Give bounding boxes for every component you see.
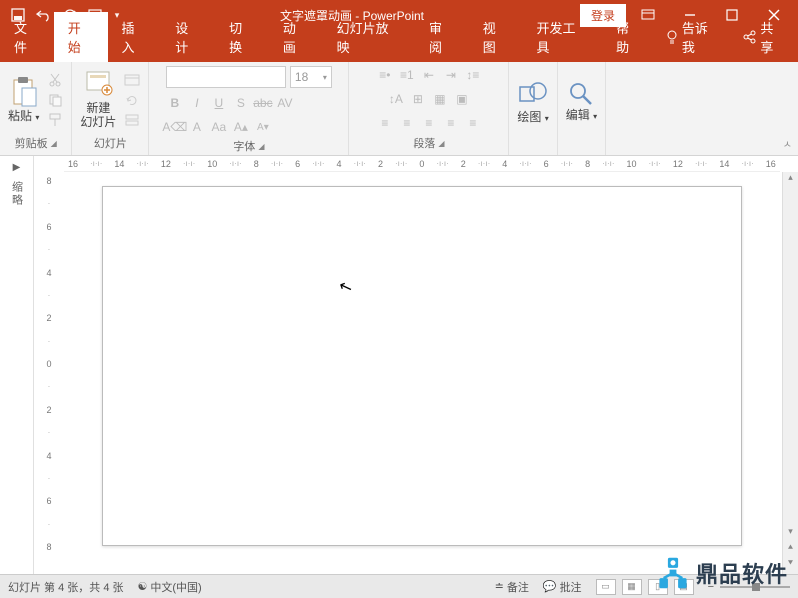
- redo-icon[interactable]: [58, 3, 82, 27]
- language-icon: ☯: [138, 580, 148, 593]
- group-slides: 新建 幻灯片 幻灯片: [72, 62, 149, 155]
- increase-indent-icon[interactable]: ⇥: [442, 66, 460, 84]
- tab-developer[interactable]: 开发工具: [523, 12, 603, 62]
- columns-icon[interactable]: ▦: [431, 90, 449, 108]
- align-right-icon[interactable]: ≡: [420, 114, 438, 132]
- tab-transitions[interactable]: 切换: [215, 12, 269, 62]
- start-from-beginning-icon[interactable]: [84, 3, 108, 27]
- cut-icon[interactable]: [45, 72, 65, 88]
- decrease-indent-icon[interactable]: ⇤: [420, 66, 438, 84]
- outline-pane-toggle[interactable]: ▶ 缩略: [0, 156, 34, 574]
- font-color-icon[interactable]: A: [188, 118, 206, 136]
- group-editing: 编辑 ▾ .: [558, 62, 606, 155]
- watermark: 鼎品软件: [656, 556, 788, 590]
- tab-design[interactable]: 设计: [161, 12, 215, 62]
- section-icon[interactable]: [122, 112, 142, 128]
- undo-icon[interactable]: [32, 3, 56, 27]
- qat-customize-icon[interactable]: ▾: [110, 3, 124, 27]
- tab-view[interactable]: 视图: [469, 12, 523, 62]
- shrink-font-icon[interactable]: A▾: [254, 118, 272, 136]
- drawing-button[interactable]: 绘图 ▾: [515, 77, 550, 126]
- mouse-cursor-icon: ↖: [336, 275, 355, 298]
- share-label: 共享: [760, 18, 786, 56]
- slide-canvas-area: 16·ı·ı·14·ı·ı·12·ı·ı·10·ı·ı·8·ı·ı·6·ı·ı·…: [34, 156, 798, 574]
- paste-button[interactable]: 粘贴 ▾: [6, 74, 41, 125]
- numbering-icon[interactable]: ≡1: [398, 66, 416, 84]
- tab-animations[interactable]: 动画: [269, 12, 323, 62]
- layout-icon[interactable]: [122, 72, 142, 88]
- text-direction-icon[interactable]: ↕A: [387, 90, 405, 108]
- group-drawing: 绘图 ▾ .: [509, 62, 557, 155]
- horizontal-ruler: 16·ı·ı·14·ı·ı·12·ı·ı·10·ı·ı·8·ı·ı·6·ı·ı·…: [64, 156, 780, 172]
- chevron-right-icon: ▶: [13, 162, 21, 173]
- tab-help[interactable]: 帮助: [602, 12, 656, 62]
- copy-icon[interactable]: [45, 92, 65, 108]
- strikethrough-icon[interactable]: abc: [254, 94, 272, 112]
- paragraph-launcher-icon[interactable]: ◢: [438, 139, 444, 148]
- watermark-logo-icon: [656, 556, 690, 590]
- outline-label: 缩略: [9, 181, 25, 207]
- underline-icon[interactable]: U: [210, 94, 228, 112]
- group-clipboard: 粘贴 ▾ 剪贴板◢: [0, 62, 72, 155]
- bullets-icon[interactable]: ≡•: [376, 66, 394, 84]
- collapse-ribbon-icon[interactable]: ㅅ: [783, 136, 792, 151]
- font-family-combo[interactable]: [166, 66, 286, 88]
- font-size-combo[interactable]: 18▾: [290, 66, 332, 88]
- vertical-scrollbar[interactable]: ▴ ▾ ⯅ ⯆: [782, 172, 798, 574]
- distributed-icon[interactable]: ≡: [464, 114, 482, 132]
- shadow-icon[interactable]: S: [232, 94, 250, 112]
- reset-icon[interactable]: [122, 92, 142, 108]
- scroll-up-icon[interactable]: ▴: [783, 172, 798, 188]
- notes-button[interactable]: ≐备注: [495, 579, 529, 595]
- lightbulb-icon: [666, 30, 678, 44]
- share-button[interactable]: 共享: [730, 12, 798, 62]
- bold-icon[interactable]: B: [166, 94, 184, 112]
- sorter-view-icon[interactable]: ▦: [622, 579, 642, 595]
- font-launcher-icon[interactable]: ◢: [258, 142, 264, 151]
- normal-view-icon[interactable]: ▭: [596, 579, 616, 595]
- ribbon-tabs: 文件 开始 插入 设计 切换 动画 幻灯片放映 审阅 视图 开发工具 帮助 告诉…: [0, 30, 798, 62]
- ribbon: 粘贴 ▾ 剪贴板◢ 新建 幻灯片 幻灯片: [0, 62, 798, 156]
- save-icon[interactable]: [6, 3, 30, 27]
- justify-icon[interactable]: ≡: [442, 114, 460, 132]
- change-case-icon[interactable]: Aa: [210, 118, 228, 136]
- watermark-text: 鼎品软件: [696, 557, 788, 589]
- tab-review[interactable]: 审阅: [415, 12, 469, 62]
- align-text-icon[interactable]: ⊞: [409, 90, 427, 108]
- comments-icon: 💬: [543, 580, 557, 593]
- clear-formatting-icon[interactable]: A⌫: [166, 118, 184, 136]
- editing-area: ▶ 缩略 16·ı·ı·14·ı·ı·12·ı·ı·10·ı·ı·8·ı·ı·6…: [0, 156, 798, 574]
- editing-button[interactable]: 编辑 ▾: [564, 79, 599, 124]
- align-center-icon[interactable]: ≡: [398, 114, 416, 132]
- group-paragraph: ≡• ≡1 ⇤ ⇥ ↕≡ ↕A ⊞ ▦ ▣ ≡ ≡ ≡ ≡ ≡ 段落◢: [349, 62, 509, 155]
- vertical-ruler: 8·6·4·2·0·2·4·6·8: [34, 172, 64, 556]
- line-spacing-icon[interactable]: ↕≡: [464, 66, 482, 84]
- new-slide-button[interactable]: 新建 幻灯片: [78, 68, 118, 130]
- group-font: 18▾ B I U S abc AV A⌫ A Aa A▴ A▾ 字体◢: [149, 62, 349, 155]
- format-painter-icon[interactable]: [45, 112, 65, 128]
- language-indicator[interactable]: ☯中文(中国): [138, 579, 202, 595]
- grow-font-icon[interactable]: A▴: [232, 118, 250, 136]
- slide-counter: 幻灯片 第 4 张，共 4 张: [8, 579, 124, 595]
- character-spacing-icon[interactable]: AV: [276, 94, 294, 112]
- scroll-down-icon[interactable]: ▾: [783, 526, 798, 542]
- slide-canvas[interactable]: ↖: [102, 186, 742, 546]
- quick-access-toolbar: ▾: [0, 3, 124, 27]
- tab-slideshow[interactable]: 幻灯片放映: [323, 12, 415, 62]
- clipboard-launcher-icon[interactable]: ◢: [51, 139, 57, 148]
- italic-icon[interactable]: I: [188, 94, 206, 112]
- align-left-icon[interactable]: ≡: [376, 114, 394, 132]
- smartart-icon[interactable]: ▣: [453, 90, 471, 108]
- tellme-search[interactable]: 告诉我: [656, 12, 731, 62]
- comments-button[interactable]: 💬批注: [543, 579, 582, 595]
- notes-icon: ≐: [495, 580, 504, 593]
- tellme-label: 告诉我: [682, 18, 721, 56]
- share-icon: [742, 30, 756, 44]
